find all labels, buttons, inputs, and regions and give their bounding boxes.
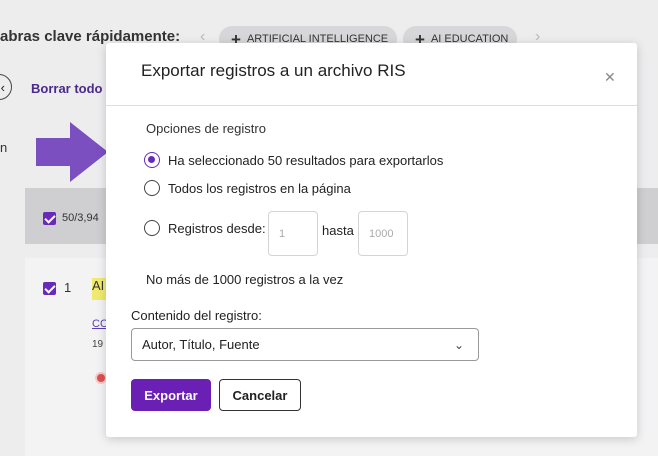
- limit-note: No más de 1000 registros a la vez: [146, 272, 344, 287]
- range-from-input[interactable]: [268, 211, 318, 256]
- option-records-range[interactable]: Registros desde:: [144, 220, 266, 236]
- select-value: Autor, Título, Fuente: [142, 337, 260, 352]
- radio-selected[interactable]: [144, 152, 160, 168]
- result-checkbox[interactable]: [43, 282, 56, 295]
- dialog-title: Exportar registros a un archivo RIS: [141, 61, 406, 80]
- range-to-input[interactable]: [358, 211, 408, 256]
- cancel-button[interactable]: Cancelar: [219, 379, 301, 411]
- close-icon[interactable]: ✕: [604, 69, 616, 86]
- truncated-text: n: [0, 140, 8, 155]
- radio-records-range[interactable]: [144, 220, 160, 236]
- record-content-label: Contenido del registro:: [131, 308, 262, 323]
- option-selected-results[interactable]: Ha seleccionado 50 resultados para expor…: [144, 152, 443, 168]
- select-all-checkbox[interactable]: [43, 212, 56, 225]
- radio-all-on-page[interactable]: [144, 180, 160, 196]
- range-to-label: hasta: [322, 223, 354, 238]
- selected-count: 50/3,94: [62, 212, 99, 224]
- back-icon[interactable]: ‹: [0, 74, 12, 100]
- record-content-select[interactable]: Autor, Título, Fuente ⌄: [131, 328, 479, 361]
- record-options-heading: Opciones de registro: [146, 121, 266, 136]
- result-title[interactable]: AI: [92, 278, 106, 300]
- option-label: Ha seleccionado 50 resultados para expor…: [168, 152, 444, 168]
- option-label: Todos los registros en la página: [168, 180, 351, 196]
- result-year: 19: [92, 339, 104, 350]
- arrow-pointer-icon: [36, 122, 108, 182]
- export-ris-dialog: Exportar registros a un archivo RIS ✕ Op…: [106, 43, 637, 437]
- option-label: Registros desde:: [168, 220, 266, 236]
- export-button[interactable]: Exportar: [131, 379, 211, 411]
- option-all-on-page[interactable]: Todos los registros en la página: [144, 180, 351, 196]
- clear-all-link[interactable]: Borrar todo: [31, 81, 103, 96]
- result-number: 1: [64, 280, 72, 295]
- divider: [106, 105, 637, 106]
- chevron-down-icon: ⌄: [453, 337, 464, 352]
